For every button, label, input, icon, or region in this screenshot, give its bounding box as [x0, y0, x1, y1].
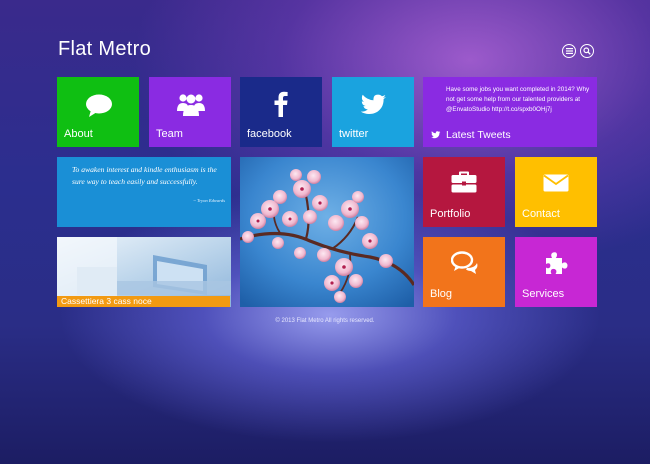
- cherry-blossom-image: [240, 157, 414, 307]
- menu-icon: [565, 48, 573, 54]
- caption-bar: Cassettiera 3 cass noce: [57, 296, 230, 307]
- contact-tile[interactable]: Contact: [515, 157, 597, 227]
- twitter-label: twitter: [339, 128, 369, 140]
- facebook-icon: [274, 91, 288, 117]
- speech-bubble-icon: [86, 94, 112, 117]
- latest-tweets-label: Latest Tweets: [446, 129, 511, 141]
- quote-tile: To awaken interest and kindle enthusiasm…: [57, 157, 231, 227]
- quote-author: ~ Tryon Edwards: [193, 198, 225, 203]
- blossom-photo-tile[interactable]: [240, 157, 414, 307]
- people-icon: [177, 94, 205, 116]
- team-tile[interactable]: Team: [149, 77, 231, 147]
- facebook-tile[interactable]: facebook: [240, 77, 322, 147]
- portfolio-tile[interactable]: Portfolio: [423, 157, 505, 227]
- tweet-text[interactable]: Have some jobs you want completed in 201…: [446, 85, 596, 115]
- search-button[interactable]: [580, 44, 594, 58]
- blog-tile[interactable]: Blog: [423, 237, 505, 307]
- menu-button[interactable]: [562, 44, 576, 58]
- puzzle-icon: [546, 252, 568, 274]
- services-label: Services: [522, 288, 565, 300]
- contact-label: Contact: [522, 208, 560, 220]
- twitter-icon: [361, 94, 386, 114]
- facebook-label: facebook: [247, 128, 292, 140]
- services-tile[interactable]: Services: [515, 237, 597, 307]
- latest-tweets-tile[interactable]: Have some jobs you want completed in 201…: [423, 77, 597, 147]
- site-logo[interactable]: Flat Metro: [58, 38, 151, 61]
- about-tile[interactable]: About: [57, 77, 139, 147]
- footer-copyright: © 2013 Flat Metro All rights reserved.: [275, 318, 375, 324]
- briefcase-icon: [451, 171, 477, 193]
- about-label: About: [64, 128, 93, 140]
- quote-text: To awaken interest and kindle enthusiasm…: [72, 165, 217, 186]
- search-icon: [583, 47, 591, 55]
- blog-label: Blog: [430, 288, 453, 300]
- twitter-bird-icon: [431, 131, 441, 139]
- chat-bubbles-icon: [451, 251, 478, 274]
- portfolio-label: Portfolio: [430, 208, 471, 220]
- twitter-tile[interactable]: twitter: [332, 77, 414, 147]
- caption-text: Cassettiera 3 cass noce: [61, 296, 152, 306]
- team-label: Team: [156, 128, 183, 140]
- envelope-icon: [543, 174, 569, 192]
- office-photo-tile[interactable]: Cassettiera 3 cass noce: [57, 237, 231, 307]
